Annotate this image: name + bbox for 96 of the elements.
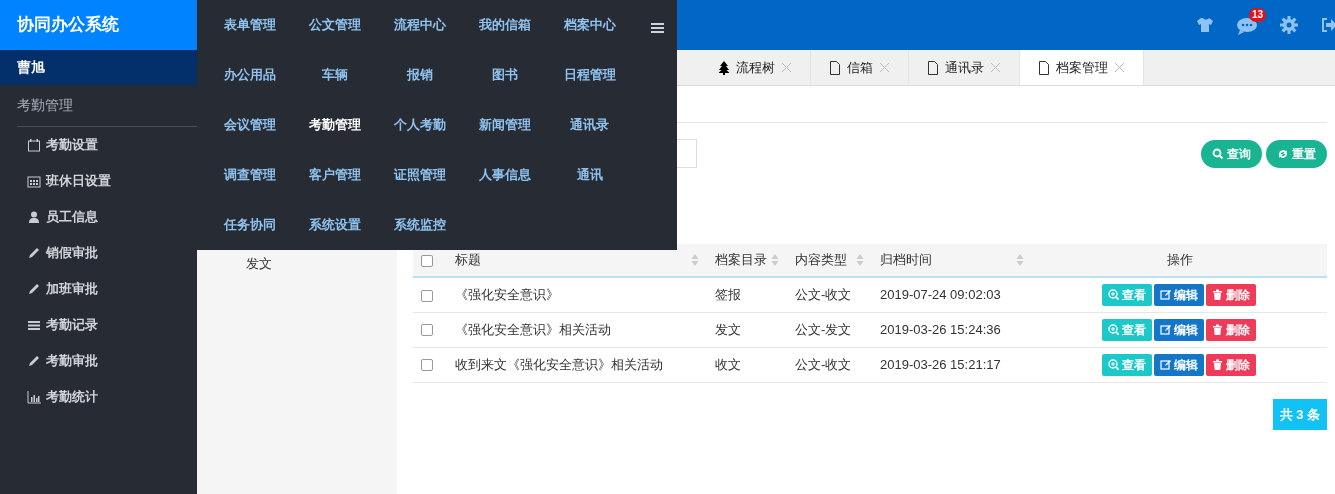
menu-item[interactable]: 档案中心 [563,15,616,35]
menu-item[interactable]: 系统监控 [393,215,446,235]
checkbox[interactable] [421,359,433,372]
calendar-icon [27,138,41,152]
menu-item[interactable]: 表单管理 [223,15,276,35]
list-icon [27,318,41,332]
sidebar-item[interactable]: 员工信息 [0,199,197,235]
table-cell: 2019-03-26 15:24:36 [880,321,1001,337]
menu-item[interactable]: 我的信箱 [478,15,531,35]
table-cell: 发文 [715,321,741,337]
menu-item[interactable]: 客户管理 [308,165,361,185]
sidebar-item[interactable]: 考勤统计 [0,379,197,415]
close-icon [1114,62,1125,73]
shirt-icon [1196,17,1214,33]
page-icon [1038,60,1050,75]
tree-item[interactable]: 发文 [246,254,272,274]
menu-item[interactable]: 考勤管理 [308,115,361,135]
edit-button[interactable]: 编辑 [1153,283,1204,306]
user-name: 曹旭 [0,50,197,85]
trash-icon [1211,289,1223,301]
menu-item[interactable]: 个人考勤 [393,115,446,135]
checkbox[interactable] [421,324,433,337]
logout-icon [1320,17,1335,33]
bar-chart-icon [27,390,41,404]
menu-item[interactable]: 会议管理 [223,115,276,135]
sidebar-item[interactable]: 销假审批 [0,235,197,271]
menu-item[interactable]: 新闻管理 [478,115,531,135]
zoom-icon [1107,359,1119,370]
user-icon [27,210,41,224]
refresh-icon [1277,147,1289,160]
page-icon [829,60,841,75]
column-header[interactable]: 标题 [455,250,481,270]
edit-icon [1159,324,1171,335]
edit-button[interactable]: 编辑 [1153,353,1204,376]
table-cell: 2019-07-24 09:02:03 [880,287,1001,302]
table-cell: 公文-收文 [795,287,852,302]
table-cell: 《强化安全意识》 [455,287,559,302]
menu-item[interactable]: 调查管理 [223,165,276,185]
sidebar-item[interactable]: 考勤记录 [0,307,197,343]
table-cell: 公文-发文 [795,321,852,337]
sidebar-item[interactable]: 考勤设置 [0,127,197,163]
menu-icon [651,21,664,34]
close-icon [990,62,1001,73]
tab[interactable]: 信箱 [811,50,909,85]
close-icon [781,62,792,73]
menu-item[interactable]: 任务协同 [223,215,276,235]
sidebar-item[interactable]: 班休日设置 [0,163,197,199]
trash-icon [1211,359,1223,370]
total-count: 共 3 条 [1272,398,1327,430]
menu-item[interactable]: 车辆 [321,65,348,85]
pencil-icon [27,246,41,260]
table-cell: 2019-03-26 15:21:17 [880,356,1001,372]
edit-button[interactable]: 编辑 [1153,318,1204,341]
checkbox[interactable] [421,254,433,267]
column-header[interactable]: 归档时间 [880,250,932,270]
calendar-icon [27,174,41,188]
menu-item[interactable]: 报销 [406,65,433,85]
page-icon [927,60,939,75]
menu-item[interactable]: 图书 [491,65,518,85]
edit-icon [1159,359,1171,370]
delete-button[interactable]: 删除 [1205,283,1256,306]
table-cell: 《强化安全意识》相关活动 [455,321,611,337]
notification-count: 13 [1248,8,1266,23]
menu-item[interactable]: 系统设置 [308,215,361,235]
table-cell: 收文 [715,356,741,372]
sidebar-item[interactable]: 加班审批 [0,271,197,307]
chat-icon [1236,16,1258,35]
tab[interactable]: 档案管理 [1020,50,1144,85]
table-cell: 公文-收文 [795,356,852,372]
pencil-icon [27,282,41,296]
search-icon [1212,147,1224,160]
delete-button[interactable]: 删除 [1205,353,1256,376]
pencil-icon [27,354,41,368]
checkbox[interactable] [421,289,433,302]
menu-item[interactable]: 公文管理 [308,15,361,35]
tab[interactable]: 流程树 [700,50,811,85]
trash-icon [1211,324,1223,335]
tree-icon [718,60,730,75]
menu-item[interactable]: 证照管理 [393,165,446,185]
menu-item[interactable]: 通讯录 [570,115,609,135]
settings-icon [1280,16,1298,34]
close-icon [879,62,890,73]
menu-item[interactable]: 人事信息 [478,165,531,185]
menu-item[interactable]: 日程管理 [563,65,616,85]
zoom-icon [1107,289,1119,301]
delete-button[interactable]: 删除 [1205,318,1256,341]
menu-item[interactable]: 流程中心 [393,15,446,35]
zoom-icon [1107,324,1119,335]
menu-item[interactable]: 办公用品 [223,65,276,85]
edit-icon [1159,289,1171,301]
column-header: 操作 [1166,252,1193,268]
table-cell: 收到来文《强化安全意识》相关活动 [455,356,663,372]
menu-item[interactable]: 通讯 [576,165,603,185]
app-title: 协同办公系统 [0,0,197,50]
sidebar-item[interactable]: 考勤审批 [0,343,197,379]
table-cell: 签报 [715,287,741,302]
